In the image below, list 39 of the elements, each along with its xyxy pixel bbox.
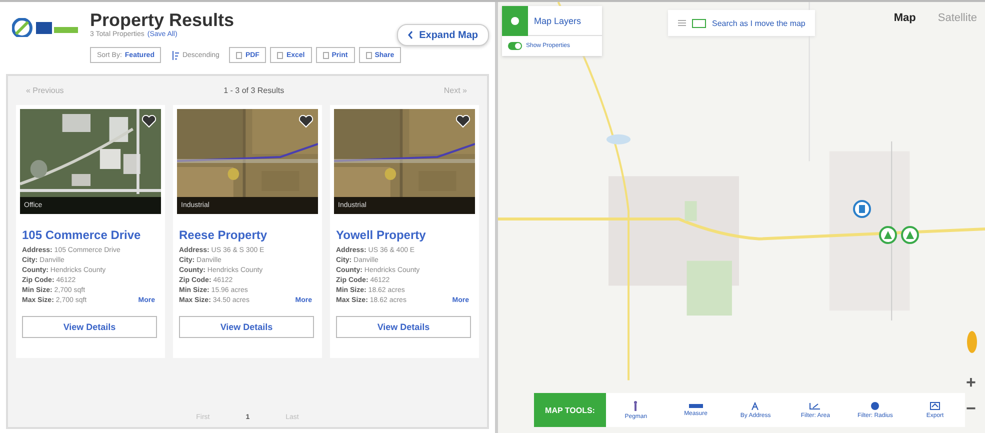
page-title: Property Results (90, 10, 236, 30)
chevron-left-icon (408, 31, 414, 39)
view-details-button[interactable]: View Details (336, 316, 471, 338)
logo-icon (12, 18, 78, 37)
zoom-out-button[interactable]: − (963, 399, 979, 419)
document-icon (322, 52, 329, 58)
heart-icon[interactable] (142, 115, 156, 128)
document-icon (366, 52, 372, 58)
menu-icon[interactable] (678, 20, 686, 26)
ruler-icon (688, 404, 703, 408)
results-count: 1 - 3 of 3 Results (224, 86, 284, 95)
sort-icon (171, 50, 180, 60)
view-details-button[interactable]: View Details (179, 316, 314, 338)
document-icon (277, 52, 284, 58)
checkbox-label: Search as I move the map (712, 18, 806, 28)
map-tools-label: MAP TOOLS: (534, 393, 606, 427)
zoom-in-button[interactable]: + (963, 373, 979, 393)
expand-map-button[interactable]: Expand Map (397, 24, 489, 46)
show-properties-toggle[interactable] (508, 42, 522, 50)
building-marker-icon[interactable] (853, 200, 871, 218)
text-icon (750, 402, 761, 410)
layers-icon (510, 16, 520, 26)
search-move-checkbox[interactable] (692, 18, 706, 28)
property-name[interactable]: Yowell Property (336, 228, 475, 242)
map-layers-button[interactable]: Map Layers (534, 16, 582, 26)
document-icon (236, 52, 242, 58)
heart-icon[interactable] (456, 115, 470, 128)
person-icon (633, 400, 638, 410)
area-icon (809, 402, 822, 410)
map-type-tab[interactable]: Map (894, 12, 916, 24)
property-name[interactable]: 105 Commerce Drive (22, 228, 161, 242)
heart-icon[interactable] (299, 115, 313, 128)
view-details-button[interactable]: View Details (22, 316, 157, 338)
pegman-icon[interactable] (967, 330, 977, 354)
export-icon (930, 402, 940, 410)
radius-icon (871, 402, 880, 410)
triangle-marker-icon[interactable] (879, 226, 897, 244)
property-name[interactable]: Reese Property (179, 228, 318, 242)
triangle-marker-icon[interactable] (901, 226, 919, 244)
